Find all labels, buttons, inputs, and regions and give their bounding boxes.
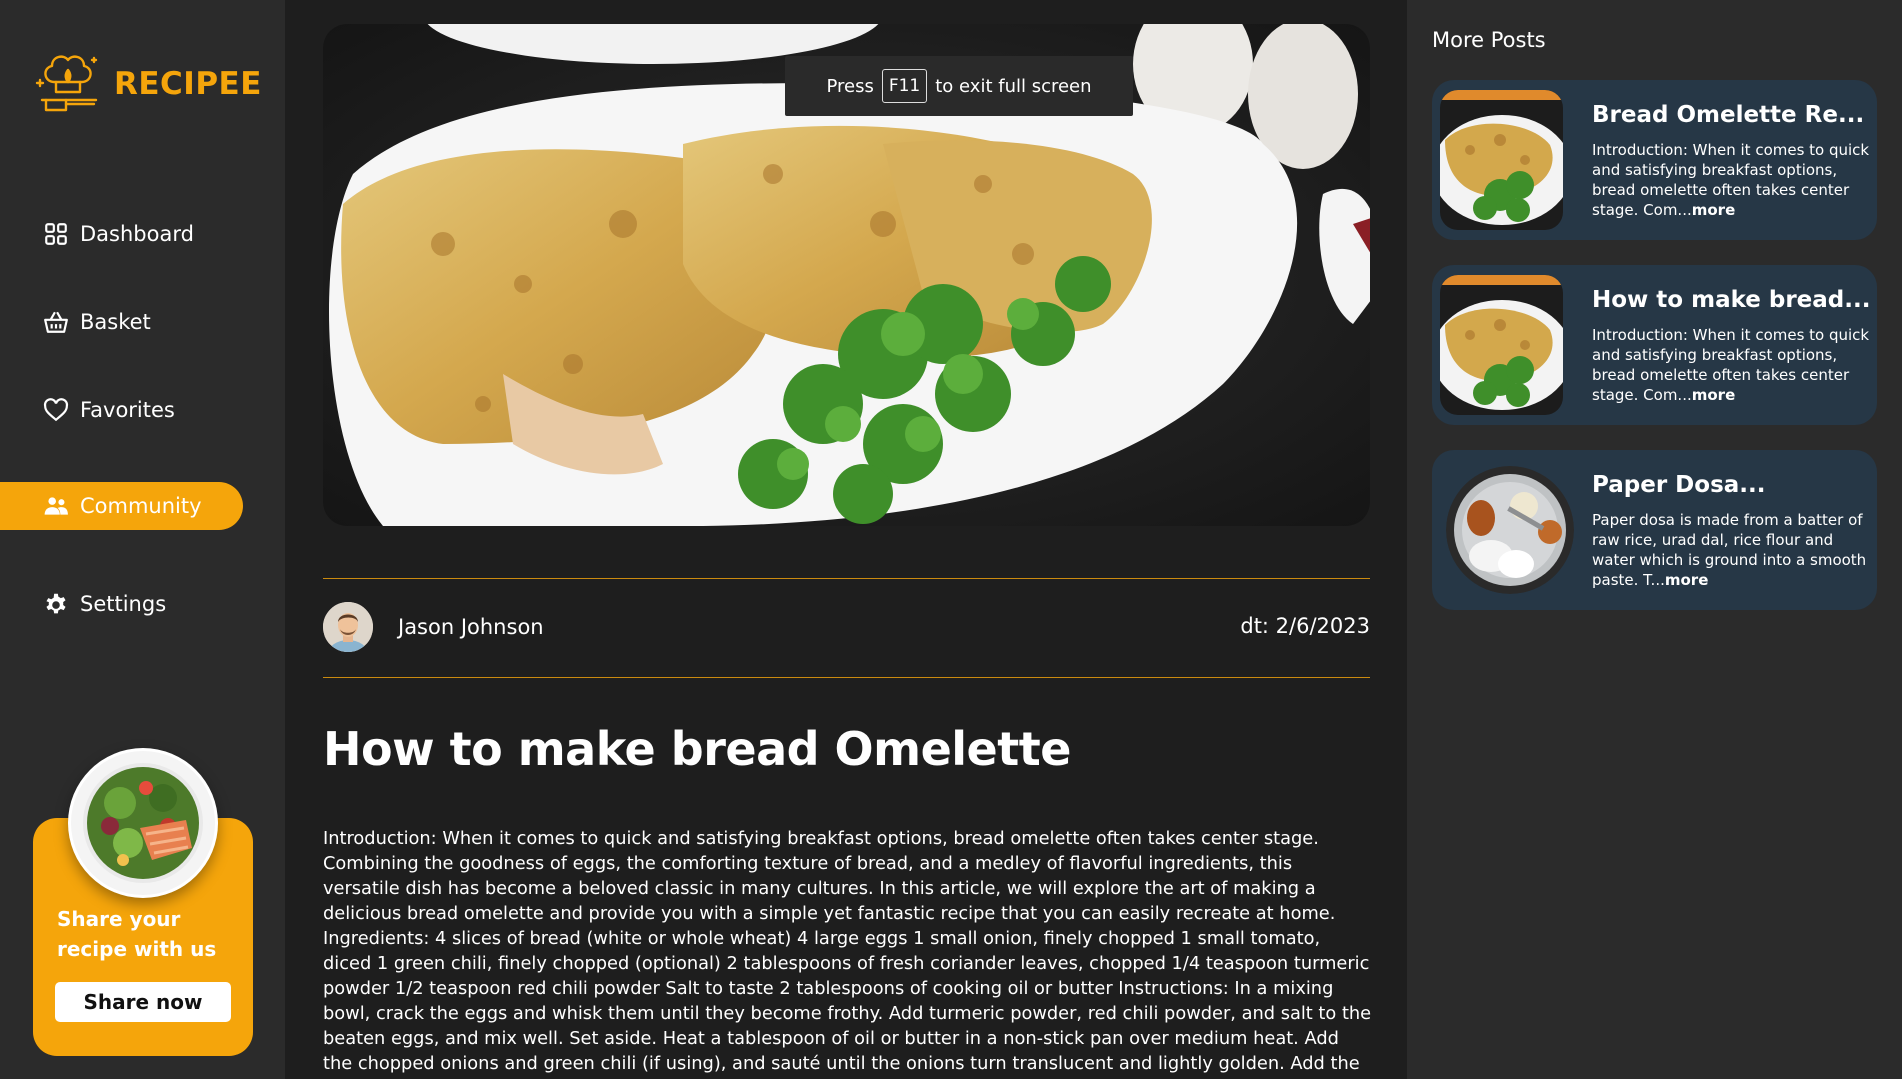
post-card[interactable]: How to make bread... Introduction: When … <box>1432 265 1877 425</box>
avatar <box>323 602 373 652</box>
post-card-desc: Paper dosa is made from a batter of raw … <box>1592 510 1872 590</box>
post-card-desc: Introduction: When it comes to quick and… <box>1592 140 1872 220</box>
sidebar-item-label: Basket <box>80 310 151 334</box>
dashboard-icon <box>42 220 70 248</box>
more-link[interactable]: more <box>1692 386 1736 404</box>
more-posts-panel: More Posts Bread Omelette Re... Introduc… <box>1407 0 1902 1079</box>
more-posts-title: More Posts <box>1432 28 1546 52</box>
post-card-title: How to make bread... <box>1592 287 1871 313</box>
share-recipe-text: Share your recipe with us <box>57 907 217 961</box>
sidebar: RECIPEE Dashboard Basket Favorites Commu… <box>0 0 285 1079</box>
sidebar-item-settings[interactable]: Settings <box>0 580 166 628</box>
sidebar-item-dashboard[interactable]: Dashboard <box>0 210 194 258</box>
app-name: RECIPEE <box>114 66 262 102</box>
main-content: Jason Johnson dt: 2/6/2023 How to make b… <box>285 0 1407 1079</box>
more-link[interactable]: more <box>1692 201 1736 219</box>
basket-icon <box>42 308 70 336</box>
gear-icon <box>42 590 70 618</box>
sidebar-item-community[interactable]: Community <box>0 482 243 530</box>
post-card-title: Bread Omelette Re... <box>1592 102 1865 128</box>
chef-hat-logo-icon <box>35 55 98 112</box>
post-card[interactable]: Bread Omelette Re... Introduction: When … <box>1432 80 1877 240</box>
heart-icon <box>42 396 70 424</box>
post-body: Introduction: When it comes to quick and… <box>323 828 1372 1079</box>
fullscreen-exit-toast: Press F11 to exit full screen <box>785 56 1133 116</box>
community-icon <box>42 492 70 520</box>
omelette-thumbnail <box>1440 275 1563 415</box>
divider <box>323 677 1370 678</box>
dosa-thumbnail <box>1446 466 1574 594</box>
post-date: dt: 2/6/2023 <box>1240 614 1370 638</box>
toast-key: F11 <box>881 69 928 103</box>
app-logo[interactable]: RECIPEE <box>32 48 262 120</box>
post-card-desc: Introduction: When it comes to quick and… <box>1592 325 1872 405</box>
sidebar-item-favorites[interactable]: Favorites <box>0 386 175 434</box>
toast-suffix: to exit full screen <box>935 75 1092 97</box>
sidebar-item-label: Dashboard <box>80 222 194 246</box>
omelette-thumbnail <box>1440 90 1563 230</box>
share-now-button[interactable]: Share now <box>55 982 231 1022</box>
salad-plate-image <box>68 748 218 898</box>
sidebar-item-basket[interactable]: Basket <box>0 298 151 346</box>
post-card[interactable]: Paper Dosa... Paper dosa is made from a … <box>1432 450 1877 610</box>
divider <box>323 578 1370 579</box>
post-author[interactable]: Jason Johnson <box>323 602 544 652</box>
sidebar-item-label: Community <box>80 494 202 518</box>
more-link[interactable]: more <box>1665 571 1709 589</box>
toast-prefix: Press <box>826 75 874 97</box>
post-card-desc-text: Paper dosa is made from a batter of raw … <box>1592 511 1867 589</box>
post-card-title: Paper Dosa... <box>1592 472 1766 498</box>
author-name: Jason Johnson <box>398 615 544 639</box>
sidebar-item-label: Settings <box>80 592 167 616</box>
sidebar-item-label: Favorites <box>80 398 175 422</box>
post-title: How to make bread Omelette <box>323 722 1071 776</box>
